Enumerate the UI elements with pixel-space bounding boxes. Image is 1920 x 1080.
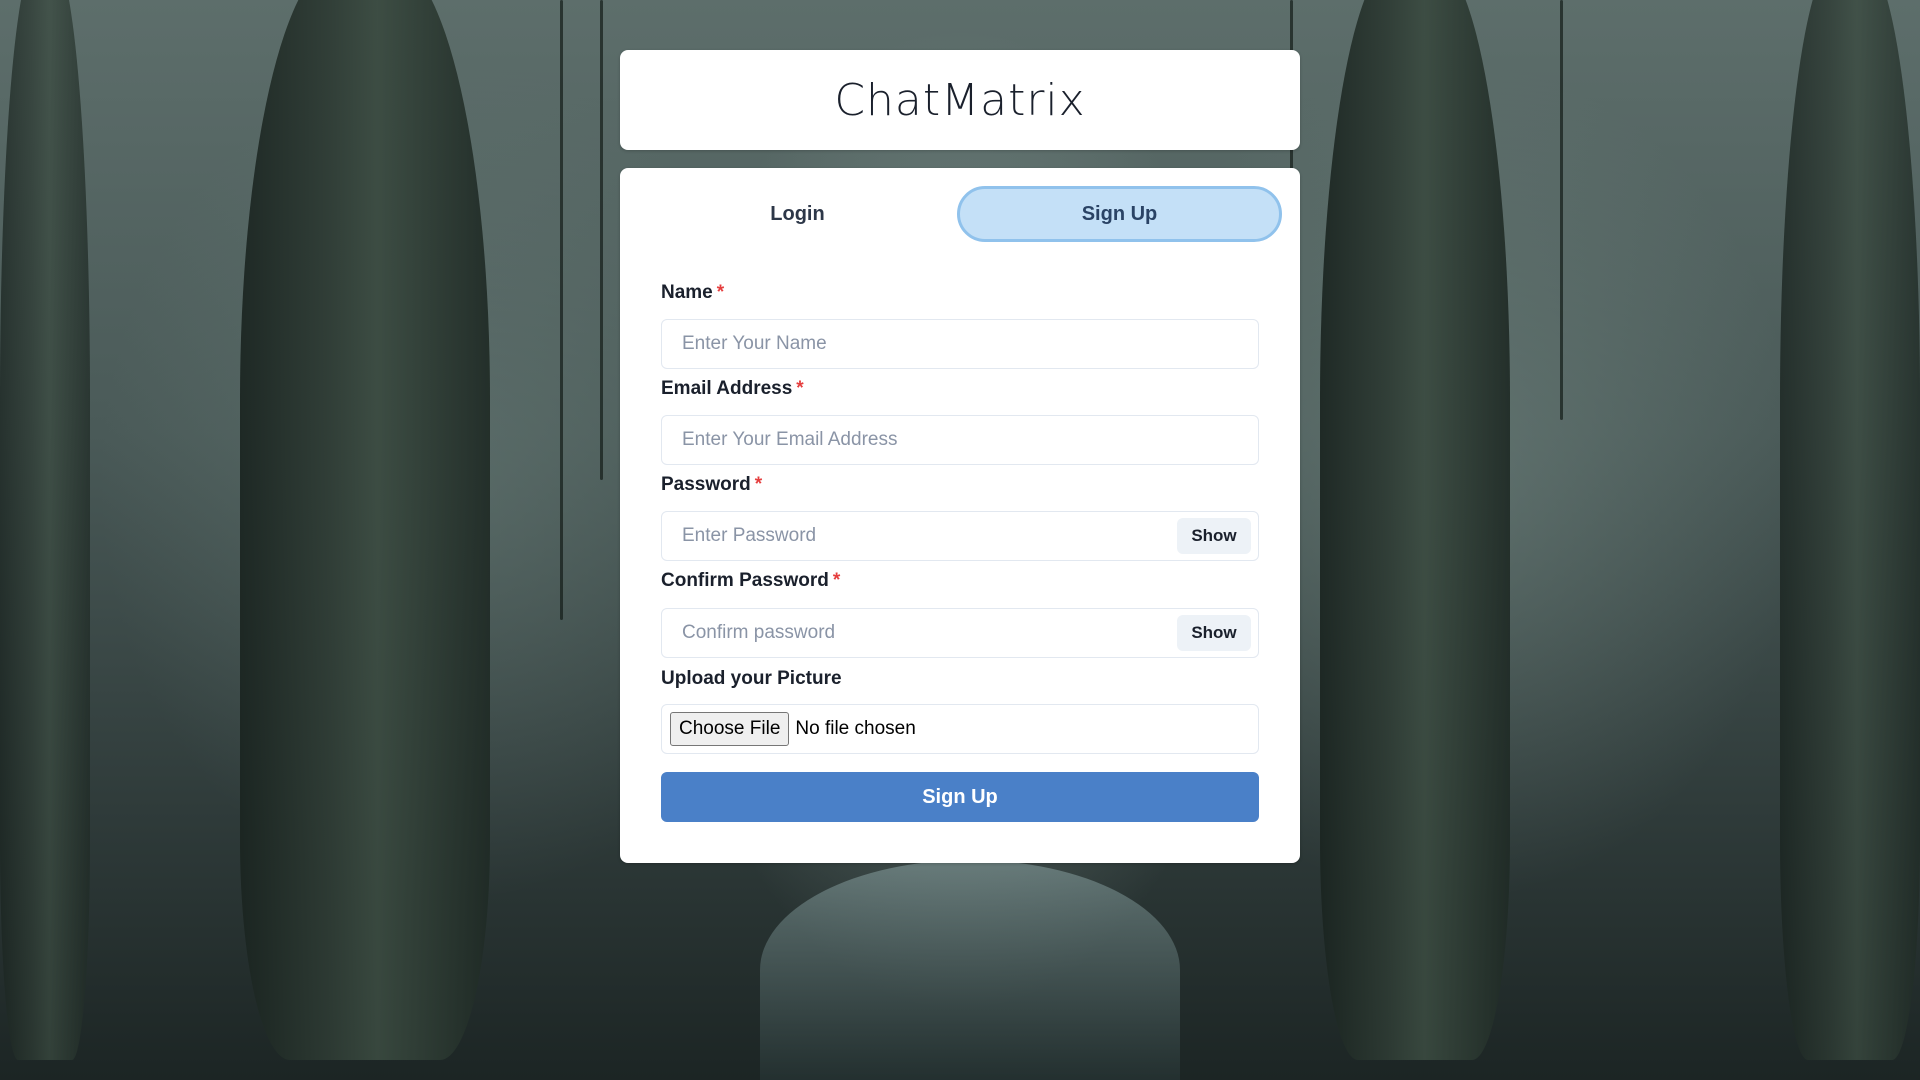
confirm-password-label: Confirm Password * (661, 570, 840, 592)
sign-up-submit-button[interactable]: Sign Up (661, 772, 1259, 822)
vine (600, 0, 603, 480)
tab-login[interactable]: Login (638, 186, 957, 242)
auth-tabs: Login Sign Up (638, 186, 1282, 242)
vine (1560, 0, 1563, 420)
password-input[interactable] (661, 511, 1259, 561)
tree-trunk-far-right (1780, 0, 1920, 1060)
password-required-mark: * (754, 474, 763, 495)
name-label: Name * (661, 282, 724, 304)
confirm-password-required-mark: * (832, 570, 841, 591)
picture-file-input[interactable]: Choose File No file chosen (661, 704, 1259, 754)
picture-label-text: Upload your Picture (661, 668, 842, 689)
logo-card: ChatMatrix (620, 50, 1300, 150)
name-input[interactable] (661, 319, 1259, 369)
password-label-text: Password (661, 474, 751, 495)
confirm-password-show-button[interactable]: Show (1177, 615, 1251, 651)
app-title: ChatMatrix (834, 74, 1086, 126)
email-input[interactable] (661, 415, 1259, 465)
email-label: Email Address * (661, 378, 804, 400)
auth-card: Login Sign Up Name* Email Address* Passw… (620, 168, 1300, 863)
name-required-mark: * (716, 282, 725, 303)
swamp-water (760, 860, 1180, 1080)
tree-trunk-right (1320, 0, 1510, 1060)
picture-label: Upload your Picture (661, 668, 842, 690)
name-label-text: Name (661, 282, 713, 303)
email-required-mark: * (796, 378, 804, 399)
confirm-password-label-text: Confirm Password (661, 570, 829, 591)
confirm-password-input[interactable] (661, 608, 1259, 658)
choose-file-button[interactable]: Choose File (670, 712, 790, 746)
password-label: Password * (661, 474, 762, 496)
tree-trunk-left (240, 0, 490, 1060)
password-show-button[interactable]: Show (1177, 518, 1251, 554)
email-label-text: Email Address (661, 378, 793, 399)
tab-sign-up[interactable]: Sign Up (957, 186, 1282, 242)
vine (560, 0, 563, 620)
file-status-text: No file chosen (795, 718, 916, 739)
tree-trunk-far-left (0, 0, 90, 1060)
